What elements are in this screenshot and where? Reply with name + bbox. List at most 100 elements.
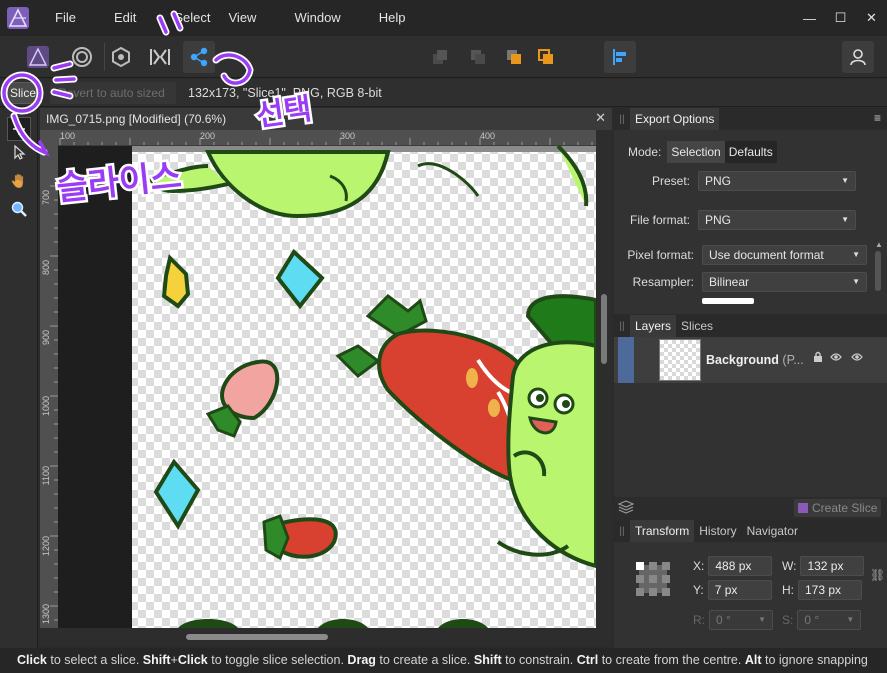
matte-swatch[interactable]: [702, 298, 754, 304]
mode-selector: Selection Defaults: [667, 141, 777, 163]
ruler-label: 900: [41, 330, 51, 346]
menu-view[interactable]: View: [210, 0, 276, 36]
visibility-icon[interactable]: [830, 351, 842, 365]
photo-persona-icon[interactable]: [22, 41, 54, 73]
rotation-field[interactable]: 0 ° ▼: [709, 610, 773, 630]
ruler-label: 1200: [41, 536, 51, 557]
panel-grip-icon[interactable]: ||: [614, 108, 630, 130]
hand-tool-icon[interactable]: [7, 169, 31, 193]
shear-field[interactable]: 0 ° ▼: [797, 610, 862, 630]
ruler-label: 1100: [41, 466, 51, 486]
export-options-panel: || Export Options ≡ Mode: Selection Defa…: [614, 108, 887, 314]
layer-name: Background: [706, 353, 779, 367]
document-canvas[interactable]: [58, 146, 596, 628]
lock-icon[interactable]: [813, 351, 823, 366]
vertical-scroll-thumb[interactable]: [601, 294, 607, 364]
menu-help[interactable]: Help: [360, 0, 425, 36]
anchor-point-grid[interactable]: [636, 562, 670, 596]
status-bar: Click to select a slice. Shift+Click to …: [0, 648, 887, 673]
slice-selection-tool-icon[interactable]: [7, 140, 31, 164]
close-document-icon[interactable]: ✕: [595, 110, 606, 126]
maximize-button[interactable]: ☐: [825, 0, 856, 36]
y-label: Y:: [693, 583, 704, 597]
menu-file[interactable]: File: [36, 0, 95, 36]
minimize-button[interactable]: —: [794, 0, 825, 36]
w-label: W:: [782, 559, 797, 573]
tab-export-options[interactable]: Export Options: [630, 108, 720, 130]
tools-panel: [0, 108, 38, 648]
x-label: X:: [693, 559, 705, 573]
file-format-label: File format:: [629, 213, 690, 227]
tab-slices[interactable]: Slices: [676, 315, 718, 337]
s-label: S:: [782, 613, 794, 627]
revert-auto-size-button[interactable]: Revert to auto sized: [50, 81, 177, 104]
x-field[interactable]: 488 px: [708, 556, 773, 576]
blend-visibility-icon[interactable]: [851, 351, 863, 365]
slice-info-text: 132x173, "Slice1", PNG, RGB 8-bit: [188, 85, 382, 100]
pixel-format-dropdown[interactable]: Use document format ▼: [702, 245, 867, 265]
vertical-scrollbar[interactable]: [596, 130, 612, 628]
slice-icon: [798, 503, 808, 513]
horizontal-scrollbar[interactable]: [40, 628, 612, 646]
h-label: H:: [782, 583, 794, 597]
y-field[interactable]: 7 px: [707, 580, 772, 600]
transform-panel: || Transform History Navigator X: 488 px…: [614, 520, 887, 648]
layer-row-background[interactable]: Background (P...: [614, 337, 887, 383]
panel-grip-icon[interactable]: ||: [614, 315, 630, 337]
liquify-persona-icon[interactable]: [66, 41, 98, 73]
arrange-front-icon[interactable]: [530, 41, 562, 73]
small-strawberry-illustration: [262, 514, 338, 561]
arrange-backward-icon[interactable]: [462, 41, 494, 73]
ruler-label: 100: [60, 131, 76, 141]
mode-defaults-option[interactable]: Defaults: [725, 141, 777, 163]
zoom-tool-icon[interactable]: [7, 197, 31, 221]
tab-layers[interactable]: Layers: [630, 315, 677, 337]
horizontal-scroll-thumb[interactable]: [186, 634, 328, 640]
panel-scrollbar[interactable]: ▲: [875, 240, 883, 300]
develop-persona-icon[interactable]: [105, 41, 137, 73]
export-persona-icon[interactable]: [183, 41, 215, 73]
context-toolbar: Slice Revert to auto sized 132x173, "Sli…: [0, 79, 887, 107]
tool-name-label: Slice: [4, 81, 43, 104]
tone-mapping-persona-icon[interactable]: [144, 41, 176, 73]
tab-navigator[interactable]: Navigator: [742, 520, 803, 542]
document-tab[interactable]: IMG_0715.png [Modified] (70.6%) ✕: [40, 108, 612, 130]
panel-grip-icon[interactable]: ||: [614, 520, 630, 542]
file-format-dropdown[interactable]: PNG ▼: [698, 210, 856, 230]
resampler-label: Resampler:: [632, 275, 694, 289]
pixel-format-label: Pixel format:: [627, 248, 694, 262]
layer-type: (P...: [778, 353, 804, 367]
menu-edit[interactable]: Edit: [95, 0, 155, 36]
tab-transform[interactable]: Transform: [630, 520, 695, 542]
r-label: R:: [693, 613, 705, 627]
arrange-back-icon[interactable]: [424, 41, 456, 73]
layers-panel: || Layers Slices Background (P...: [614, 315, 887, 497]
menu-window[interactable]: Window: [275, 0, 359, 36]
align-icon[interactable]: [604, 41, 636, 73]
layer-thumbnail: [659, 339, 701, 381]
width-field[interactable]: 132 px: [800, 556, 865, 576]
ruler-label: 700: [41, 190, 51, 206]
document-title: IMG_0715.png [Modified] (70.6%): [46, 112, 227, 126]
close-button[interactable]: ✕: [856, 0, 887, 36]
preset-dropdown[interactable]: PNG ▼: [698, 171, 856, 191]
height-field[interactable]: 173 px: [798, 580, 862, 600]
create-slice-button[interactable]: Create Slice: [794, 499, 882, 517]
ruler-label: 1300: [41, 604, 51, 625]
resampler-dropdown[interactable]: Bilinear ▼: [702, 272, 867, 292]
ruler-label: 1000: [41, 396, 51, 417]
slice-tool-icon[interactable]: [7, 117, 31, 141]
link-aspect-icon[interactable]: ⛓: [870, 568, 885, 582]
panel-menu-icon[interactable]: ≡: [874, 111, 881, 125]
app-logo-icon[interactable]: [0, 0, 36, 36]
layers-stack-icon[interactable]: [617, 499, 635, 517]
ruler-label: 400: [480, 131, 496, 141]
ruler-vertical: 700 800 900 1000 1100 1200 1300: [40, 146, 58, 628]
account-icon[interactable]: [842, 41, 874, 73]
ruler-corner: [40, 130, 58, 146]
mode-selection-option[interactable]: Selection: [667, 141, 725, 163]
create-slice-label: Create Slice: [812, 501, 878, 515]
arrange-forward-icon[interactable]: [498, 41, 530, 73]
preset-label: Preset:: [651, 174, 690, 188]
tab-history[interactable]: History: [694, 520, 741, 542]
